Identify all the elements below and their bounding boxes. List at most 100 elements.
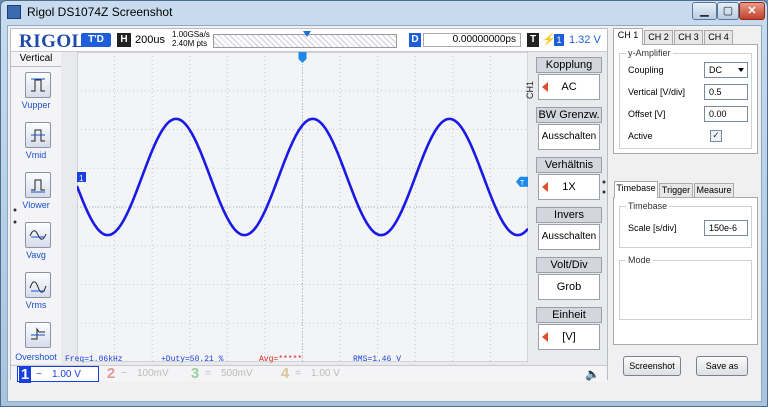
vmid-icon bbox=[31, 129, 45, 142]
maximize-button[interactable]: ▢ bbox=[717, 2, 739, 20]
channel-softkey-menu: Kopplung AC BW Grenzw. Ausschalten Verhä… bbox=[536, 57, 602, 357]
tab-ch4[interactable]: CH 4 bbox=[704, 30, 733, 44]
tab-ch3[interactable]: CH 3 bbox=[674, 30, 703, 44]
channel-1-status[interactable]: 1 ~ 1.00 V bbox=[17, 366, 99, 383]
menu-coupling[interactable]: Kopplung AC bbox=[536, 57, 602, 103]
save-as-button[interactable]: Save as bbox=[696, 356, 748, 376]
collapse-handle-left[interactable] bbox=[13, 207, 17, 225]
menu-probe-value[interactable]: 1X bbox=[538, 174, 600, 200]
tab-ch1[interactable]: CH 1 bbox=[613, 28, 643, 45]
vlower-button[interactable] bbox=[25, 172, 51, 198]
channel-2-number: 2 bbox=[106, 365, 116, 382]
scope-top-bar: RIGOL T'D H 200us 1.00GSa/s 2.40M pts D … bbox=[11, 29, 607, 52]
scale-input[interactable]: 150e-6 bbox=[704, 220, 748, 236]
rms-readout: RMS=1.46 V bbox=[353, 355, 402, 364]
trigger-badge: T bbox=[527, 33, 539, 47]
coupling-select[interactable]: DC bbox=[704, 62, 748, 78]
option-arrow-icon bbox=[542, 182, 548, 192]
offset-input[interactable]: 0.00 bbox=[704, 106, 748, 122]
channel-4-scale: 1.00 V bbox=[311, 368, 340, 379]
offset-label: Offset [V] bbox=[628, 109, 666, 119]
vrms-label: Vrms bbox=[25, 300, 47, 310]
speaker-icon[interactable]: 🔈 bbox=[585, 367, 600, 381]
timebase-group-title: Timebase bbox=[626, 201, 670, 211]
channel-status-bar: 1 ~ 1.00 V 2 ~ 100mV 3 = 500mV 4 = 1.00 … bbox=[11, 365, 607, 383]
tab-measure[interactable]: Measure bbox=[694, 183, 734, 197]
vertical-div-label: Vertical [V/div] bbox=[628, 87, 686, 97]
menu-coupling-title: Kopplung bbox=[536, 57, 602, 73]
channel-3-status[interactable]: 3 = 500mV bbox=[187, 366, 269, 382]
menu-invert-value[interactable]: Ausschalten bbox=[538, 224, 600, 250]
menu-unit[interactable]: Einheit [V] bbox=[536, 307, 602, 353]
trigger-slope-icon: ⚡ bbox=[542, 34, 556, 46]
scope-screenshot: RIGOL T'D H 200us 1.00GSa/s 2.40M pts D … bbox=[10, 28, 608, 383]
option-arrow-icon bbox=[542, 332, 548, 342]
vlower-icon bbox=[31, 179, 45, 193]
channel-1-number: 1 bbox=[19, 366, 31, 383]
menu-bandwidth[interactable]: BW Grenzw. Ausschalten bbox=[536, 107, 602, 153]
active-checkbox[interactable]: ✓ bbox=[710, 130, 722, 142]
menu-unit-value[interactable]: [V] bbox=[538, 324, 600, 350]
menu-volt-div-value[interactable]: Grob bbox=[538, 274, 600, 300]
app-window: Rigol DS1074Z Screenshot ▁ ▢ ✕ RIGOL T'D… bbox=[0, 0, 768, 407]
app-icon bbox=[7, 5, 21, 19]
client-area: RIGOL T'D H 200us 1.00GSa/s 2.40M pts D … bbox=[7, 25, 762, 402]
vmid-label: Vmid bbox=[25, 150, 47, 160]
vavg-button[interactable] bbox=[25, 222, 51, 248]
channel-3-scale: 500mV bbox=[221, 368, 253, 379]
menu-bandwidth-value[interactable]: Ausschalten bbox=[538, 124, 600, 150]
avg-readout: Avg=***** bbox=[259, 355, 303, 364]
active-label: Active bbox=[628, 131, 653, 141]
menu-coupling-value[interactable]: AC bbox=[538, 74, 600, 100]
ch1-marker-label: 1 bbox=[79, 174, 84, 183]
trigger-channel: 1 bbox=[554, 34, 564, 46]
freq-readout: Freq=1.06kHz bbox=[65, 355, 123, 364]
settings-panel: CH 1 CH 2 CH 3 CH 4 y-Amplifier Coupling… bbox=[613, 28, 759, 398]
menu-invert[interactable]: Invers Ausschalten bbox=[536, 207, 602, 253]
minimize-button[interactable]: ▁ bbox=[692, 2, 717, 20]
maximize-icon: ▢ bbox=[722, 5, 734, 17]
menu-channel-label: CH1 bbox=[525, 80, 535, 99]
measurement-status-row: Freq=1.06kHz +Duty=50.21 % Avg=***** RMS… bbox=[65, 355, 525, 365]
channel-1-scale: 1.00 V bbox=[52, 369, 81, 380]
menu-probe-ratio[interactable]: Verhältnis 1X bbox=[536, 157, 602, 203]
title-bar: Rigol DS1074Z Screenshot ▁ ▢ ✕ bbox=[1, 1, 767, 23]
chevron-down-icon bbox=[738, 68, 744, 72]
vavg-icon bbox=[29, 230, 47, 240]
delay-value: 0.00000000ps bbox=[423, 33, 521, 47]
y-amplifier-title: y-Amplifier bbox=[626, 48, 673, 58]
vupper-icon bbox=[31, 78, 45, 92]
vrms-icon bbox=[29, 281, 47, 293]
window-title: Rigol DS1074Z Screenshot bbox=[27, 5, 173, 19]
channel-3-number: 3 bbox=[190, 365, 200, 382]
vupper-button[interactable] bbox=[25, 72, 51, 98]
vmid-button[interactable] bbox=[25, 122, 51, 148]
tab-trigger[interactable]: Trigger bbox=[659, 183, 693, 197]
tab-ch2[interactable]: CH 2 bbox=[644, 30, 673, 44]
close-icon: ✕ bbox=[747, 5, 757, 17]
close-button[interactable]: ✕ bbox=[739, 2, 765, 20]
overshoot-label: Overshoot bbox=[15, 352, 57, 362]
menu-volt-div[interactable]: Volt/Div Grob bbox=[536, 257, 602, 303]
channel-4-status[interactable]: 4 = 1.00 V bbox=[277, 366, 359, 382]
vavg-label: Vavg bbox=[26, 250, 46, 260]
channel-2-status[interactable]: 2 ~ 100mV bbox=[103, 366, 185, 382]
timebase-badge: H bbox=[117, 33, 131, 47]
vrms-button[interactable] bbox=[25, 272, 51, 298]
menu-probe-title: Verhältnis bbox=[536, 157, 602, 173]
vertical-div-input[interactable]: 0.5 bbox=[704, 84, 748, 100]
coupling-label: Coupling bbox=[628, 65, 664, 75]
collapse-handle-right[interactable] bbox=[602, 179, 606, 195]
waveform-display[interactable]: 1T bbox=[77, 52, 528, 362]
scale-label: Scale [s/div] bbox=[628, 223, 677, 233]
trigger-position-marker bbox=[303, 31, 311, 37]
channel-3-coupling: = bbox=[205, 368, 211, 379]
tab-timebase[interactable]: Timebase bbox=[614, 181, 658, 198]
vertical-measure-panel: Vertical Vupper Vmid Vlower Vavg Vrms Ov… bbox=[11, 52, 61, 364]
duty-readout: +Duty=50.21 % bbox=[161, 355, 224, 364]
screenshot-button[interactable]: Screenshot bbox=[623, 356, 681, 376]
rigol-logo: RIGOL bbox=[19, 31, 85, 52]
mode-group-title: Mode bbox=[626, 255, 653, 265]
menu-unit-title: Einheit bbox=[536, 307, 602, 323]
overshoot-button[interactable] bbox=[25, 322, 51, 348]
